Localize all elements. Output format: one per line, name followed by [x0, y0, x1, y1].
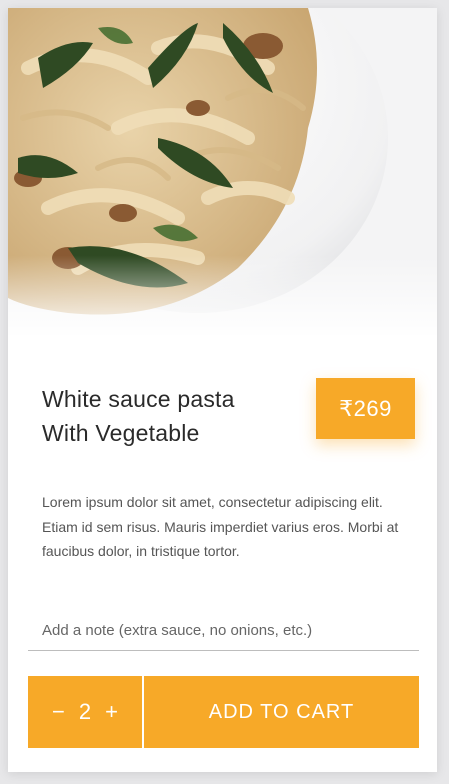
- decrement-button[interactable]: −: [46, 699, 71, 725]
- product-description: Lorem ipsum dolor sit amet, consectetur …: [42, 494, 399, 559]
- cart-action-bar: − 2 + ADD TO CART: [28, 676, 419, 748]
- add-to-cart-button[interactable]: ADD TO CART: [144, 676, 419, 748]
- product-title-line2: With Vegetable: [42, 420, 200, 446]
- note-input[interactable]: [28, 611, 419, 651]
- pasta-dish-image: [8, 8, 437, 338]
- product-title-line1: White sauce pasta: [42, 386, 235, 412]
- quantity-value: 2: [78, 699, 92, 724]
- product-card: White sauce pasta With Vegetable ₹269 Lo…: [8, 8, 437, 772]
- quantity-stepper: − 2 +: [28, 676, 144, 748]
- product-title: White sauce pasta With Vegetable: [42, 382, 292, 450]
- increment-button[interactable]: +: [99, 699, 124, 725]
- price-badge: ₹269: [316, 378, 415, 439]
